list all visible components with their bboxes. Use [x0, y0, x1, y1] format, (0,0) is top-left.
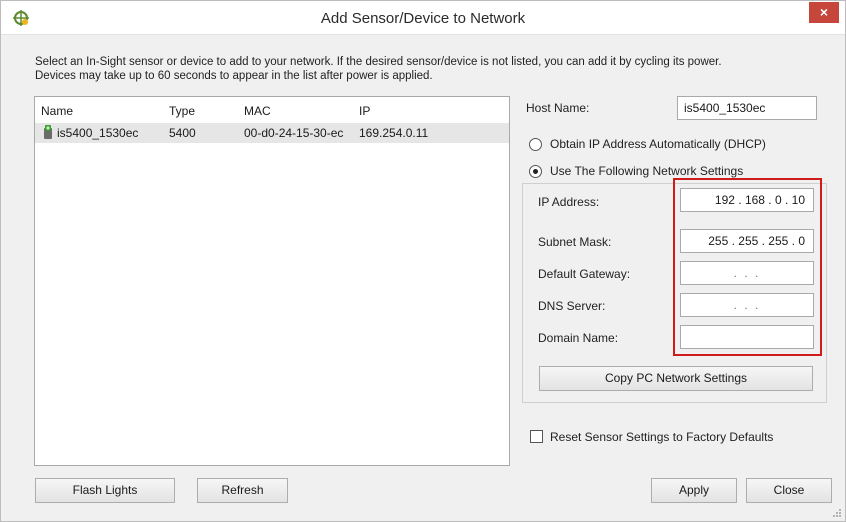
column-header-type[interactable]: Type [169, 104, 195, 118]
sensor-icon [44, 125, 52, 139]
static-radio-label[interactable]: Use The Following Network Settings [550, 164, 743, 178]
device-ip: 169.254.0.11 [359, 126, 429, 140]
dhcp-radio[interactable] [529, 138, 542, 151]
list-item[interactable]: is5400_1530ec 5400 00-d0-24-15-30-ec 169… [35, 123, 509, 143]
refresh-button[interactable]: Refresh [197, 478, 288, 503]
static-radio[interactable] [529, 165, 542, 178]
dns-server-label: DNS Server: [538, 299, 606, 313]
apply-button[interactable]: Apply [651, 478, 737, 503]
reset-factory-defaults-label[interactable]: Reset Sensor Settings to Factory Default… [550, 430, 773, 444]
device-list[interactable]: Name Type MAC IP is5400_1530ec 5400 00-d… [34, 96, 510, 466]
column-header-name[interactable]: Name [41, 104, 73, 118]
column-header-ip[interactable]: IP [359, 104, 370, 118]
ip-address-label: IP Address: [538, 195, 600, 209]
instructions-line-1: Select an In-Sight sensor or device to a… [35, 56, 722, 68]
subnet-mask-label: Subnet Mask: [538, 235, 612, 249]
instructions-text: Select an In-Sight sensor or device to a… [35, 55, 835, 83]
highlight-box [673, 178, 822, 356]
close-icon[interactable]: × [809, 2, 839, 23]
add-sensor-dialog: Add Sensor/Device to Network × Select an… [0, 0, 846, 522]
default-gateway-label: Default Gateway: [538, 267, 631, 281]
column-header-mac[interactable]: MAC [244, 104, 271, 118]
resize-grip-icon[interactable] [832, 508, 842, 518]
window-title: Add Sensor/Device to Network [320, 10, 526, 27]
device-type: 5400 [169, 126, 196, 140]
reset-factory-defaults-checkbox[interactable] [530, 430, 543, 443]
device-mac: 00-d0-24-15-30-ec [244, 126, 344, 140]
device-list-header: Name Type MAC IP [35, 101, 509, 121]
instructions-line-2: Devices may take up to 60 seconds to app… [35, 70, 433, 82]
copy-pc-network-settings-button[interactable]: Copy PC Network Settings [539, 366, 813, 391]
close-button[interactable]: Close [746, 478, 832, 503]
domain-name-label: Domain Name: [538, 331, 619, 345]
host-name-label: Host Name: [526, 101, 590, 115]
flash-lights-button[interactable]: Flash Lights [35, 478, 175, 503]
dhcp-radio-label[interactable]: Obtain IP Address Automatically (DHCP) [550, 137, 766, 151]
title-bar: Add Sensor/Device to Network × [1, 1, 845, 35]
device-name: is5400_1530ec [57, 126, 139, 140]
host-name-field[interactable]: is5400_1530ec [677, 96, 817, 120]
